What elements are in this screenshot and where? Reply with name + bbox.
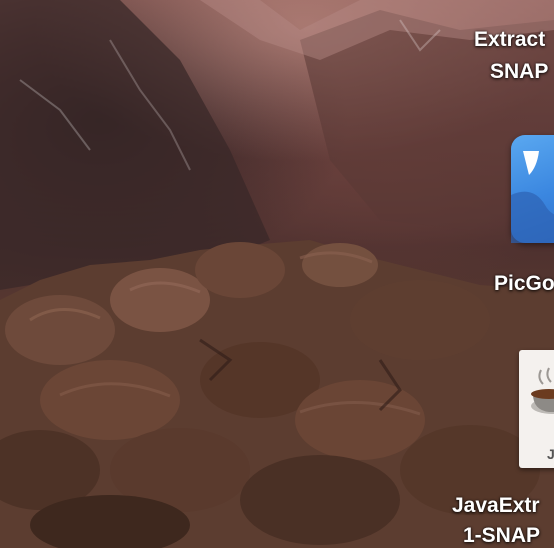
desktop-item-label: PicGo <box>494 272 554 295</box>
desktop: Extract SNAP PicGo J JavaExtr 1-SNAP <box>0 0 554 548</box>
desktop-item-label: SNAP <box>490 60 549 83</box>
desktop-item-label: Extract <box>474 28 546 51</box>
jar-badge-label: J <box>547 446 554 462</box>
picgo-app-icon <box>511 135 554 243</box>
desktop-item-label: 1-SNAP <box>463 524 541 547</box>
desktop-item-java-jar[interactable]: J JavaExtr 1-SNAP <box>448 348 554 548</box>
desktop-item-extract-snap[interactable]: Extract SNAP <box>470 24 554 90</box>
desktop-item-picgo[interactable]: PicGo <box>490 132 554 300</box>
java-jar-icon: J <box>519 350 554 468</box>
desktop-item-label: JavaExtr <box>452 494 540 517</box>
